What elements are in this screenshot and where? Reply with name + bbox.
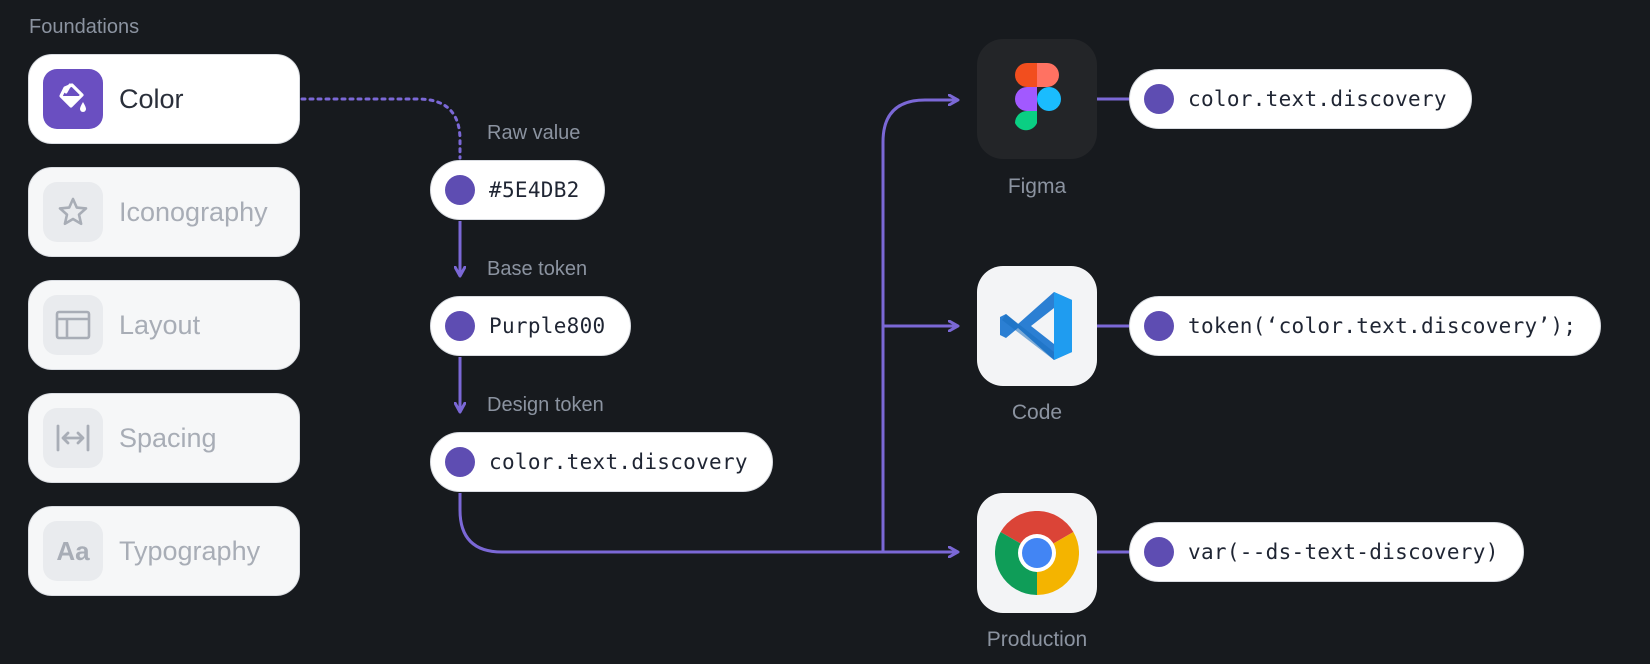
design-token-text: color.text.discovery bbox=[489, 450, 748, 474]
design-token-label: Design token bbox=[487, 394, 604, 416]
foundation-card-spacing[interactable]: Spacing bbox=[28, 393, 300, 483]
color-to-raw-connector bbox=[300, 97, 462, 160]
production-output-pill: var(--ds-text-discovery) bbox=[1129, 522, 1524, 582]
color-swatch bbox=[445, 447, 475, 477]
code-output-pill: token(‘color.text.discovery’); bbox=[1129, 296, 1602, 356]
figma-output-pill: color.text.discovery bbox=[1129, 69, 1472, 129]
typography-icon-text: Aa bbox=[56, 535, 90, 566]
foundation-card-color[interactable]: Color bbox=[28, 54, 300, 144]
paint-bucket-icon bbox=[43, 69, 103, 129]
production-label: Production bbox=[986, 628, 1088, 651]
typography-icon: Aa bbox=[43, 521, 103, 581]
design-token-pill: color.text.discovery bbox=[430, 432, 773, 492]
figma-output-text: color.text.discovery bbox=[1188, 87, 1447, 111]
raw-value-text: #5E4DB2 bbox=[489, 178, 580, 202]
raw-value-pill: #5E4DB2 bbox=[430, 160, 605, 220]
layout-icon bbox=[43, 295, 103, 355]
base-token-text: Purple800 bbox=[489, 314, 606, 338]
foundation-card-layout[interactable]: Layout bbox=[28, 280, 300, 370]
foundation-card-label: Typography bbox=[119, 535, 261, 566]
raw-value-label: Raw value bbox=[487, 122, 581, 144]
foundation-card-label: Layout bbox=[119, 309, 201, 340]
color-swatch bbox=[1144, 537, 1174, 567]
color-swatch bbox=[445, 175, 475, 205]
production-output-text: var(--ds-text-discovery) bbox=[1188, 540, 1499, 564]
figma-icon bbox=[1015, 63, 1061, 131]
code-label: Code bbox=[1011, 401, 1063, 424]
foundation-card-typography[interactable]: Aa Typography bbox=[28, 506, 300, 596]
star-icon bbox=[43, 182, 103, 242]
base-token-label: Base token bbox=[487, 258, 588, 280]
foundation-card-label: Spacing bbox=[119, 422, 217, 453]
foundation-card-iconography[interactable]: Iconography bbox=[28, 167, 300, 257]
code-tile bbox=[977, 266, 1097, 386]
color-swatch bbox=[1144, 84, 1174, 114]
spacing-icon bbox=[43, 408, 103, 468]
vscode-icon bbox=[1000, 292, 1072, 360]
color-swatch bbox=[445, 311, 475, 341]
code-output-text: token(‘color.text.discovery’); bbox=[1188, 314, 1577, 338]
foundation-card-label: Color bbox=[119, 83, 184, 114]
figma-tile bbox=[977, 39, 1097, 159]
base-token-pill: Purple800 bbox=[430, 296, 631, 356]
production-tile bbox=[977, 493, 1097, 613]
color-swatch bbox=[1144, 311, 1174, 341]
section-title: Foundations bbox=[29, 16, 140, 38]
foundation-card-label: Iconography bbox=[119, 196, 268, 227]
chrome-icon bbox=[995, 511, 1079, 595]
figma-label: Figma bbox=[1007, 175, 1067, 198]
